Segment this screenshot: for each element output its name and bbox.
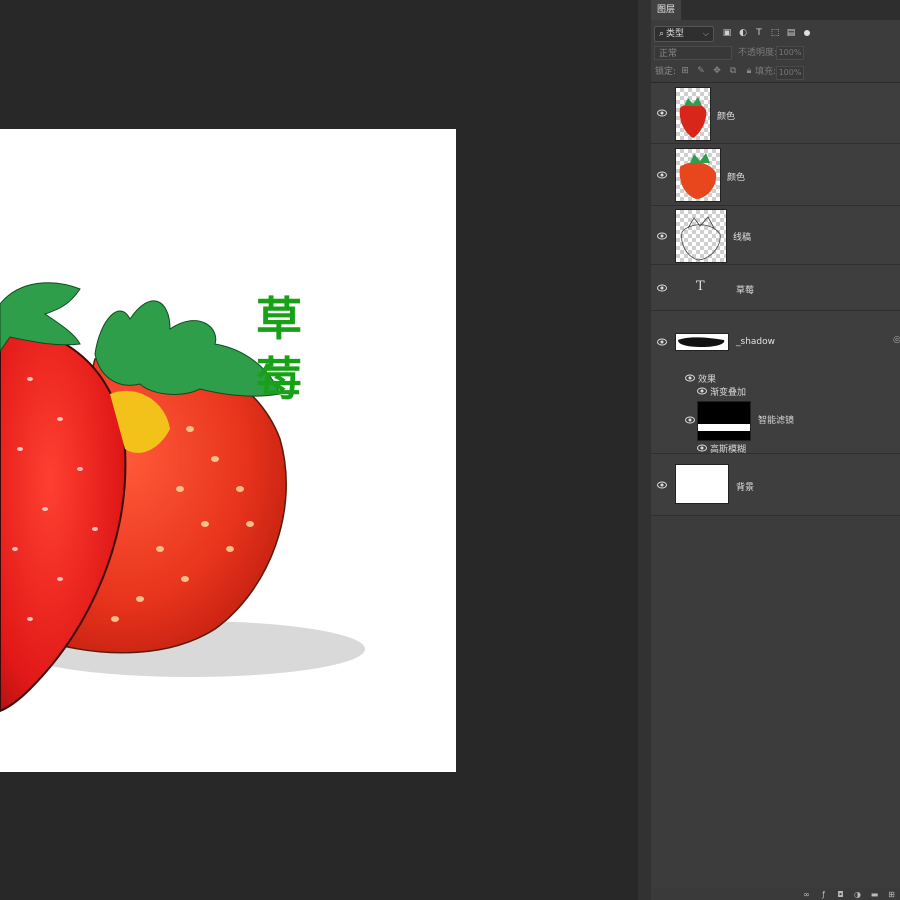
adjustment-filter-icon[interactable]: ◐ xyxy=(738,28,748,38)
layer-filter-select[interactable]: ⌕ 类型 ⌵ xyxy=(654,26,714,42)
blend-mode-select[interactable]: 正常 xyxy=(654,46,732,60)
layer-row[interactable]: _shadow ◎ 效果 渐变叠加 智能滤镜 高斯模糊 xyxy=(651,311,900,455)
eye-icon[interactable] xyxy=(657,338,667,346)
document-canvas[interactable]: 草莓 xyxy=(0,129,456,772)
smart-object-filter-icon[interactable]: ▤ xyxy=(786,28,796,38)
link-layers-icon[interactable]: ∞ xyxy=(802,890,811,899)
lock-all-icon[interactable]: 🔒︎ xyxy=(744,66,754,76)
adjustment-layer-icon[interactable]: ◑ xyxy=(853,890,862,899)
shape-filter-icon[interactable]: ⬚ xyxy=(770,28,780,38)
eye-icon[interactable] xyxy=(697,444,707,452)
effects-label: 效果 xyxy=(698,375,717,385)
tab-layers[interactable]: 图层 xyxy=(651,0,681,20)
eye-icon[interactable] xyxy=(657,109,667,117)
lock-icons: ⊞ ✎ ✥ ⧉ 🔒︎ xyxy=(680,66,754,76)
lock-artboard-icon[interactable]: ⧉ xyxy=(728,66,738,76)
lock-transparency-icon[interactable]: ⊞ xyxy=(680,66,690,76)
layer-thumbnail xyxy=(675,87,711,141)
eye-icon[interactable] xyxy=(685,374,695,382)
lock-paint-icon[interactable]: ✎ xyxy=(696,66,706,76)
type-layer-icon: T xyxy=(696,279,705,294)
add-style-icon[interactable]: ƒ xyxy=(819,890,828,899)
new-group-icon[interactable]: ▬ xyxy=(870,890,879,899)
lock-label: 锁定: xyxy=(655,67,677,77)
panel-tab-bar xyxy=(651,0,900,20)
pixel-filter-icon[interactable]: ▣ xyxy=(722,28,732,38)
filter-toggle-icon[interactable] xyxy=(804,30,810,36)
layer-thumbnail xyxy=(675,209,727,263)
layer-thumbnail xyxy=(675,333,729,351)
panel-gutter xyxy=(638,0,651,900)
filter-icons: ▣ ◐ T ⬚ ▤ xyxy=(722,26,810,40)
eye-icon[interactable] xyxy=(657,171,667,179)
fill-label: 填充: xyxy=(755,67,777,77)
lock-position-icon[interactable]: ✥ xyxy=(712,66,722,76)
eye-icon[interactable] xyxy=(657,284,667,292)
eye-icon[interactable] xyxy=(657,481,667,489)
new-layer-icon[interactable]: ⊞ xyxy=(887,890,896,899)
opacity-label: 不透明度: xyxy=(738,48,778,58)
layers-panel-toolbar: ∞ ƒ ◘ ◑ ▬ ⊞ xyxy=(651,888,900,900)
smart-filter-label: 智能滤镜 xyxy=(758,416,795,426)
fx-badge-icon[interactable]: ◎ xyxy=(893,335,900,345)
add-mask-icon[interactable]: ◘ xyxy=(836,890,845,899)
eye-icon[interactable] xyxy=(697,387,707,395)
smart-filter-mask-thumbnail[interactable] xyxy=(697,401,751,441)
layer-name: 草莓 xyxy=(736,286,755,296)
layer-name: _shadow xyxy=(736,337,775,347)
layer-row[interactable]: 线稿 xyxy=(651,206,900,265)
strawberry-artwork xyxy=(0,282,365,713)
eye-icon[interactable] xyxy=(657,232,667,240)
layer-row[interactable]: T 草莓 xyxy=(651,265,900,311)
chevron-down-icon: ⌵ xyxy=(702,29,709,38)
effect-gradient-overlay[interactable]: 渐变叠加 xyxy=(710,385,746,398)
eye-icon[interactable] xyxy=(685,416,695,424)
search-icon: ⌕ xyxy=(659,29,665,39)
layer-row[interactable]: 颜色 xyxy=(651,83,900,144)
type-filter-icon[interactable]: T xyxy=(754,28,764,38)
layer-thumbnail xyxy=(675,464,729,504)
layer-row[interactable]: 背景 xyxy=(651,454,900,516)
layer-name: 颜色 xyxy=(727,173,746,183)
layer-name: 背景 xyxy=(736,483,755,493)
layer-name: 颜色 xyxy=(717,112,736,122)
fill-input[interactable]: 100% xyxy=(776,66,804,80)
layer-row[interactable]: 颜色 xyxy=(651,144,900,206)
layer-name: 线稿 xyxy=(733,233,752,243)
canvas-title-text: 草莓 xyxy=(256,292,302,406)
layer-filter-value: 类型 xyxy=(666,29,685,39)
layer-thumbnail xyxy=(675,148,721,202)
opacity-input[interactable]: 100% xyxy=(776,46,804,60)
